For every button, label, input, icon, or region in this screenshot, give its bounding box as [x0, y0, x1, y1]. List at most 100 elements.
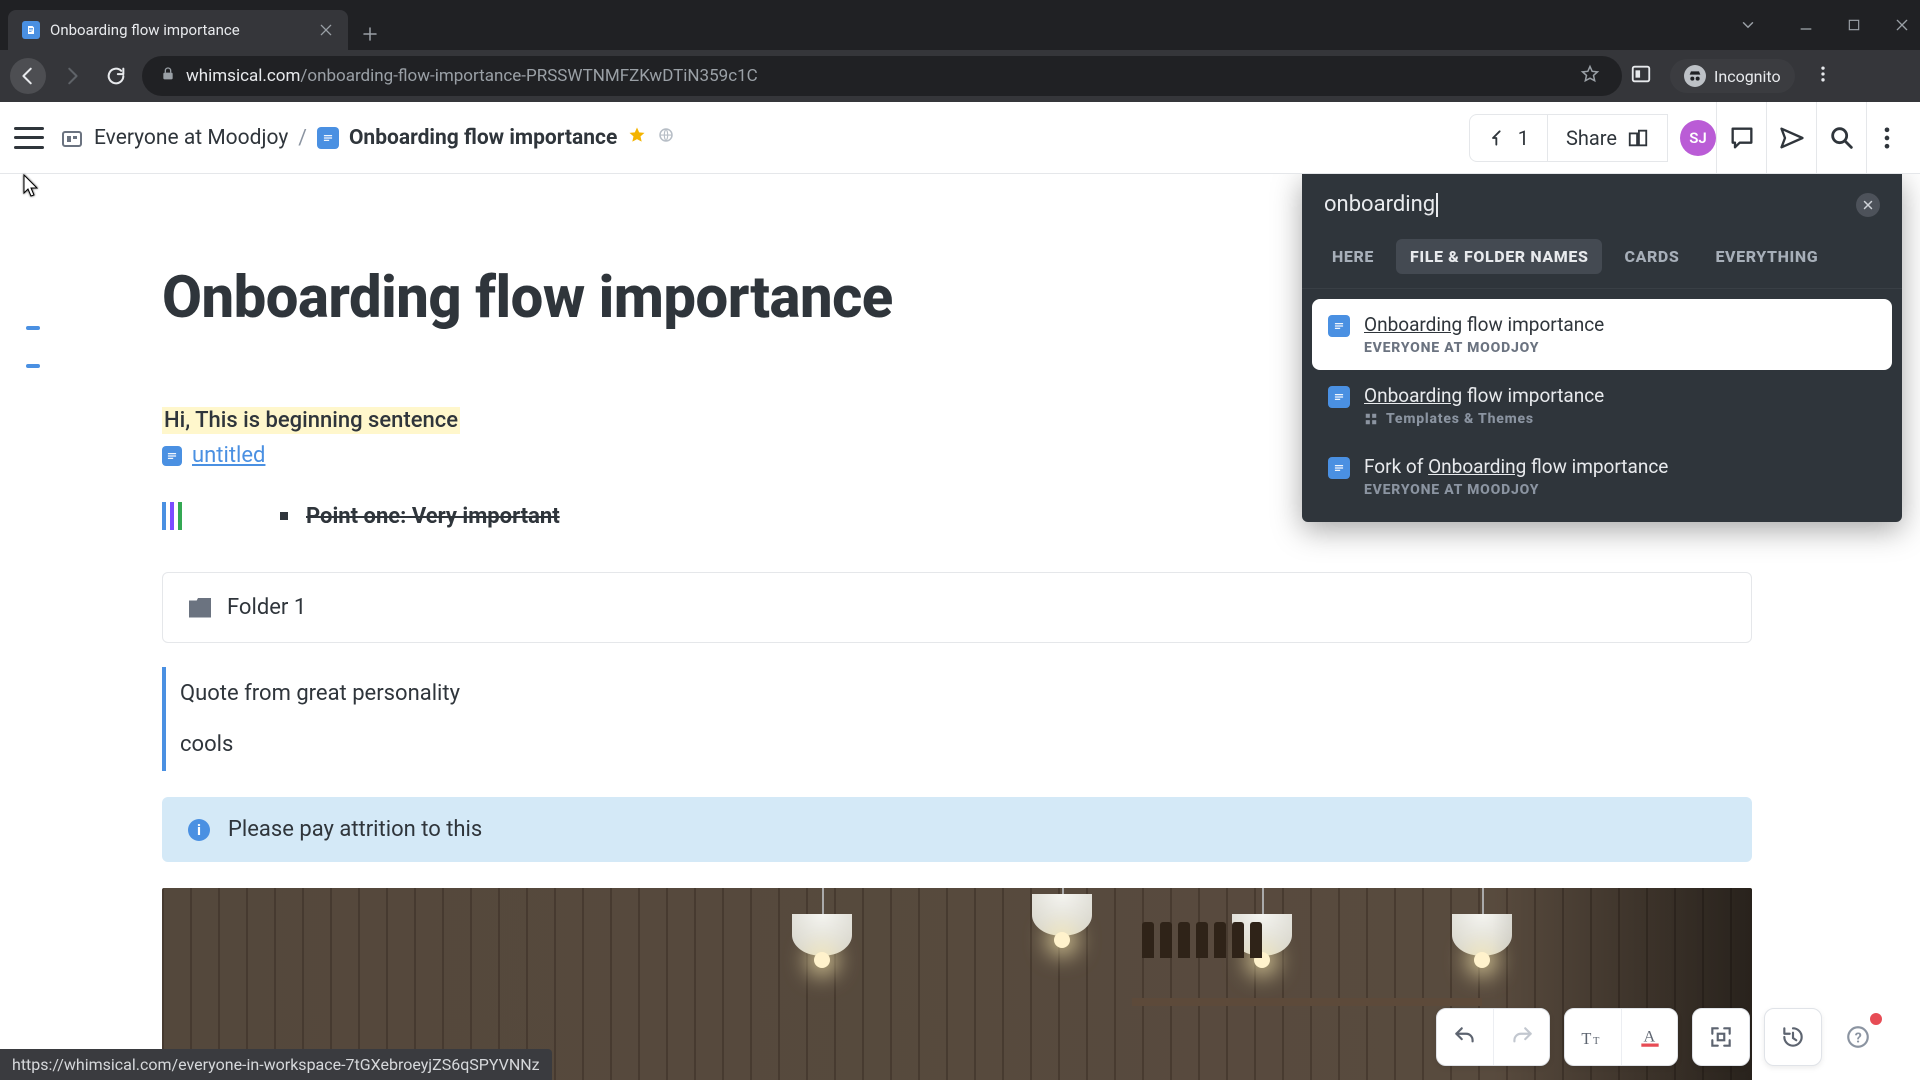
browser-toolbar: whimsical.com/onboarding-flow-importance…: [0, 50, 1920, 102]
app-header: Everyone at Moodjoy / Onboarding flow im…: [0, 102, 1920, 174]
breadcrumb-separator: /: [298, 126, 307, 150]
result-subtitle: EVERYONE AT MOODJOY: [1364, 482, 1668, 498]
tab-search-icon[interactable]: [1738, 15, 1758, 35]
undo-button[interactable]: [1437, 1009, 1493, 1065]
search-result[interactable]: Fork of Onboarding flow importance EVERY…: [1312, 441, 1892, 512]
more-button[interactable]: [1866, 102, 1906, 174]
svg-text:T: T: [1581, 1029, 1591, 1048]
window-minimize-icon[interactable]: [1796, 15, 1816, 35]
window-close-icon[interactable]: [1892, 15, 1912, 35]
url-text: whimsical.com/onboarding-flow-importance…: [186, 66, 1570, 86]
doc-icon: [162, 446, 182, 466]
share-button[interactable]: Share: [1548, 114, 1668, 162]
result-title: Onboarding flow importance: [1364, 313, 1604, 336]
search-tab-names[interactable]: FILE & FOLDER NAMES: [1396, 239, 1603, 274]
gutter-mark[interactable]: [26, 364, 40, 368]
redo-button[interactable]: [1493, 1009, 1549, 1065]
doc-icon: [317, 127, 339, 149]
viewers-count: 1: [1518, 126, 1529, 150]
browser-tabs-bar: Onboarding flow importance: [0, 0, 1920, 50]
search-scope-tabs: HERE FILE & FOLDER NAMES CARDS EVERYTHIN…: [1302, 235, 1902, 289]
address-bar[interactable]: whimsical.com/onboarding-flow-importance…: [142, 56, 1622, 96]
search-button[interactable]: [1816, 102, 1866, 174]
doc-favicon: [22, 21, 40, 39]
selection-handles[interactable]: [162, 502, 182, 530]
text-size-button[interactable]: TT: [1565, 1009, 1621, 1065]
breadcrumb-workspace[interactable]: Everyone at Moodjoy: [94, 126, 288, 150]
incognito-indicator[interactable]: Incognito: [1670, 59, 1795, 93]
help-button[interactable]: ?: [1836, 1015, 1880, 1059]
result-title: Onboarding flow importance: [1364, 384, 1604, 407]
search-results: Onboarding flow importance EVERYONE AT M…: [1302, 289, 1902, 522]
gutter-mark[interactable]: [26, 326, 40, 330]
public-world-icon[interactable]: [657, 126, 675, 150]
new-tab-button[interactable]: [354, 18, 386, 50]
browser-menu-icon[interactable]: [1813, 64, 1833, 88]
menu-button[interactable]: [14, 127, 44, 149]
tab-close-icon[interactable]: [318, 22, 334, 38]
search-input[interactable]: onboarding: [1324, 192, 1856, 217]
window-controls: [1738, 0, 1912, 50]
browser-tab[interactable]: Onboarding flow importance: [8, 10, 348, 50]
result-subtitle: EVERYONE AT MOODJOY: [1364, 340, 1604, 356]
send-button[interactable]: [1766, 102, 1816, 174]
highlighted-sentence[interactable]: Hi, This is beginning sentence: [162, 407, 460, 434]
notification-dot: [1870, 1013, 1882, 1025]
user-avatar[interactable]: SJ: [1680, 120, 1716, 156]
result-subtitle: Templates & Themes: [1364, 411, 1604, 427]
search-result[interactable]: Onboarding flow importance Templates & T…: [1312, 370, 1892, 441]
history-button[interactable]: [1765, 1009, 1821, 1065]
window-maximize-icon[interactable]: [1844, 15, 1864, 35]
caret: [1436, 193, 1438, 217]
info-text: Please pay attrition to this: [228, 817, 482, 842]
search-tab-everything[interactable]: EVERYTHING: [1701, 239, 1832, 274]
search-panel: onboarding HERE FILE & FOLDER NAMES CARD…: [1302, 174, 1902, 522]
nav-back-button[interactable]: [10, 58, 46, 94]
bullet-icon: [280, 512, 288, 520]
nav-forward-button[interactable]: [54, 58, 90, 94]
history-group: [1764, 1008, 1822, 1066]
quote-line: Quote from great personality: [180, 677, 1752, 710]
svg-text:A: A: [1643, 1027, 1655, 1045]
info-callout[interactable]: i Please pay attrition to this: [162, 797, 1752, 862]
search-tab-cards[interactable]: CARDS: [1610, 239, 1693, 274]
tab-title: Onboarding flow importance: [50, 21, 308, 39]
favorite-star-icon[interactable]: [627, 125, 647, 151]
app-root: Everyone at Moodjoy / Onboarding flow im…: [0, 102, 1920, 1080]
reader-mode-icon[interactable]: [1630, 63, 1652, 89]
toolbar-right: Incognito: [1630, 59, 1841, 93]
doc-icon: [1328, 315, 1350, 337]
undo-redo-group: [1436, 1008, 1550, 1066]
search-close-button[interactable]: [1856, 193, 1880, 217]
svg-text:?: ?: [1855, 1030, 1862, 1046]
folder-label: Folder 1: [227, 595, 306, 620]
comments-button[interactable]: [1716, 102, 1766, 174]
focus-group: [1692, 1008, 1750, 1066]
quote-line: cools: [180, 728, 1752, 761]
page-body: Onboarding flow importance Hi, This is b…: [0, 174, 1920, 1080]
breadcrumb: Everyone at Moodjoy / Onboarding flow im…: [60, 125, 675, 151]
doc-icon: [1328, 386, 1350, 408]
nav-reload-button[interactable]: [98, 58, 134, 94]
incognito-icon: [1684, 65, 1706, 87]
focus-mode-button[interactable]: [1693, 1009, 1749, 1065]
search-input-row: onboarding: [1302, 174, 1902, 235]
point-one-text[interactable]: Point one: Very important: [306, 504, 560, 529]
bookmark-star-icon[interactable]: [1580, 64, 1600, 88]
text-style-group: TT A: [1564, 1008, 1678, 1066]
search-result[interactable]: Onboarding flow importance EVERYONE AT M…: [1312, 299, 1892, 370]
search-tab-here[interactable]: HERE: [1318, 239, 1388, 274]
workspace-icon: [60, 126, 84, 150]
header-actions: 1 Share SJ: [1469, 102, 1906, 174]
status-bar-url: https://whimsical.com/everyone-in-worksp…: [0, 1049, 552, 1080]
viewers-button[interactable]: 1: [1469, 114, 1548, 162]
folder-embed[interactable]: Folder 1: [162, 572, 1752, 643]
quote-block[interactable]: Quote from great personality cools: [162, 667, 1752, 771]
breadcrumb-title[interactable]: Onboarding flow importance: [349, 126, 617, 150]
info-icon: i: [188, 819, 210, 841]
subdoc-link[interactable]: untitled: [192, 443, 265, 468]
templates-icon: [1364, 412, 1378, 426]
text-color-button[interactable]: A: [1621, 1009, 1677, 1065]
doc-icon: [1328, 457, 1350, 479]
outline-gutter: [26, 326, 40, 368]
